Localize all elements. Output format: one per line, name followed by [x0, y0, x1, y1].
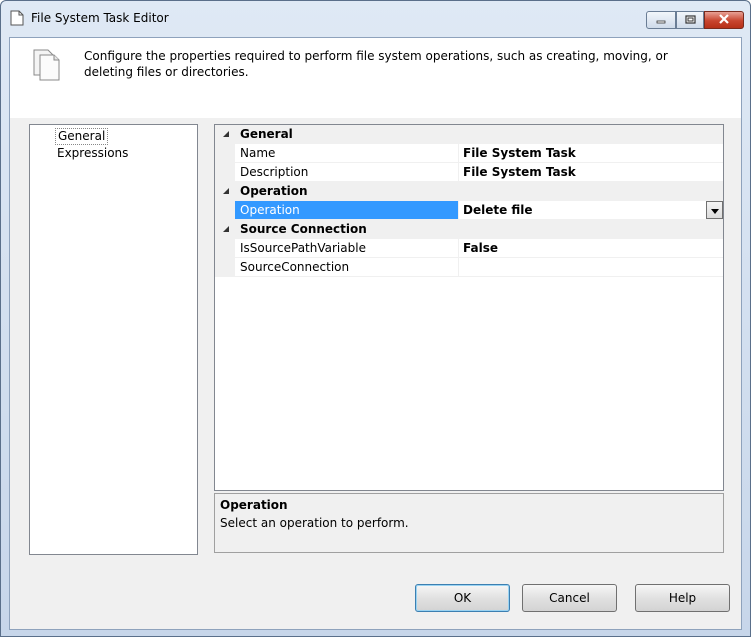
- dialog-window: File System Task Editor Configure the pr…: [0, 0, 751, 637]
- property-grid: General Name File System Task Descriptio…: [214, 124, 724, 491]
- minimize-icon: [656, 13, 666, 27]
- row-gutter: [215, 201, 235, 219]
- category-operation[interactable]: Operation: [215, 182, 723, 201]
- ok-button[interactable]: OK: [415, 584, 510, 612]
- help-button[interactable]: Help: [635, 584, 730, 612]
- body-area: General Expressions General Name File Sy…: [10, 118, 741, 629]
- category-label: General: [240, 127, 293, 141]
- category-general[interactable]: General: [215, 125, 723, 144]
- dropdown-value: Delete file: [463, 203, 533, 217]
- page-navigation: General Expressions: [29, 124, 198, 555]
- property-name: SourceConnection: [235, 258, 459, 276]
- property-value[interactable]: False: [460, 239, 723, 257]
- row-gutter: [215, 258, 235, 276]
- category-label: Source Connection: [240, 222, 367, 236]
- minimize-button[interactable]: [646, 11, 676, 29]
- collapse-triangle-icon[interactable]: [223, 226, 229, 232]
- nav-item-general[interactable]: General: [55, 128, 109, 145]
- property-row-description[interactable]: Description File System Task: [215, 163, 723, 182]
- header-panel: Configure the properties required to per…: [10, 38, 741, 119]
- property-row-issourcepathvariable[interactable]: IsSourcePathVariable False: [215, 239, 723, 258]
- description-text: Select an operation to perform.: [220, 516, 409, 530]
- property-value[interactable]: [460, 258, 723, 276]
- property-name: Description: [235, 163, 459, 181]
- row-gutter: [215, 163, 235, 181]
- property-row-operation[interactable]: Operation Delete file: [215, 201, 723, 220]
- description-title: Operation: [220, 498, 288, 512]
- document-icon: [10, 10, 24, 26]
- window-title: File System Task Editor: [31, 11, 169, 25]
- property-value[interactable]: File System Task: [460, 144, 723, 162]
- close-icon: [718, 13, 730, 27]
- property-row-name[interactable]: Name File System Task: [215, 144, 723, 163]
- property-name: Operation: [235, 201, 459, 219]
- property-description-panel: Operation Select an operation to perform…: [214, 493, 724, 553]
- header-description: Configure the properties required to per…: [84, 49, 668, 79]
- category-source-connection[interactable]: Source Connection: [215, 220, 723, 239]
- collapse-triangle-icon[interactable]: [223, 188, 229, 194]
- cancel-button[interactable]: Cancel: [522, 584, 617, 612]
- maximize-button[interactable]: [676, 11, 704, 29]
- property-name: Name: [235, 144, 459, 162]
- close-button[interactable]: [704, 11, 744, 29]
- nav-item-expressions[interactable]: Expressions: [55, 145, 130, 162]
- dropdown-button[interactable]: [706, 201, 723, 219]
- property-row-sourceconnection[interactable]: SourceConnection: [215, 258, 723, 277]
- operation-dropdown[interactable]: Delete file: [460, 201, 723, 219]
- row-gutter: [215, 239, 235, 257]
- collapse-triangle-icon[interactable]: [223, 131, 229, 137]
- property-value[interactable]: File System Task: [460, 163, 723, 181]
- dialog-client: Configure the properties required to per…: [9, 37, 742, 630]
- category-label: Operation: [240, 184, 308, 198]
- maximize-icon: [684, 13, 696, 27]
- documents-icon: [32, 48, 62, 82]
- row-gutter: [215, 144, 235, 162]
- chevron-down-icon: [710, 201, 719, 219]
- property-name: IsSourcePathVariable: [235, 239, 459, 257]
- title-bar[interactable]: File System Task Editor: [1, 1, 750, 37]
